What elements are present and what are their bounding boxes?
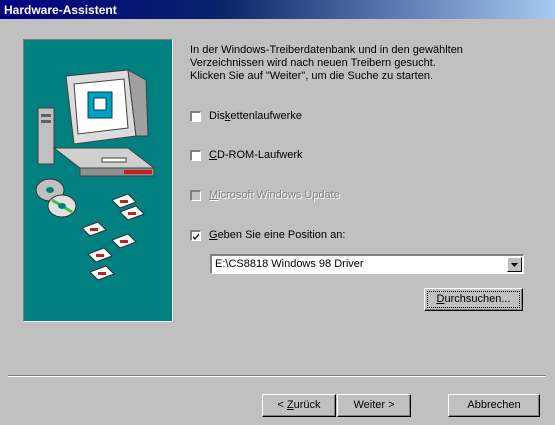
windows-update-checkbox-label: Microsoft Windows Update (209, 189, 340, 201)
info-line-1: In der Windows-Treiberdatenbank und in d… (190, 44, 463, 56)
checkmark-icon (193, 232, 199, 240)
floppy-checkbox-box[interactable] (190, 110, 201, 122)
info-text: In der Windows-Treiberdatenbank und in d… (190, 44, 540, 83)
cancel-button[interactable]: Abbrechen (448, 394, 540, 417)
windows-update-checkbox: Microsoft Windows Update (190, 189, 340, 201)
location-combobox-value: E:\CS8818 Windows 98 Driver (215, 258, 364, 270)
floppy-checkbox-label: Diskettenlaufwerke (209, 110, 302, 122)
cdrom-checkbox-label: CD-ROM-Laufwerk (209, 149, 303, 161)
cdrom-checkbox[interactable]: CD-ROM-Laufwerk (190, 149, 303, 161)
position-checkbox-label: Geben Sie eine Position an: (209, 229, 346, 241)
info-line-2: Verzeichnissen wird nach neuen Treibern … (190, 57, 436, 69)
info-line-3: Klicken Sie auf "Weiter", um die Suche z… (190, 70, 433, 82)
dropdown-arrow-icon (511, 263, 518, 267)
dropdown-arrow-button[interactable] (507, 257, 522, 272)
title-bar[interactable]: Hardware-Assistent (0, 0, 555, 19)
separator (8, 375, 546, 377)
browse-button[interactable]: Durchsuchen... (424, 288, 523, 311)
cdrom-checkbox-box[interactable] (190, 149, 201, 161)
window-title: Hardware-Assistent (4, 3, 117, 17)
position-checkbox-box[interactable] (190, 229, 201, 241)
floppy-disk-icon (81, 193, 145, 281)
floppy-checkbox[interactable]: Diskettenlaufwerke (190, 110, 302, 122)
windows-update-checkbox-box (190, 189, 201, 201)
back-button[interactable]: < Zurück (262, 394, 336, 417)
wizard-illustration (23, 39, 173, 322)
location-combobox[interactable]: E:\CS8818 Windows 98 Driver (210, 254, 524, 274)
next-button[interactable]: Weiter > (337, 394, 411, 417)
position-checkbox[interactable]: Geben Sie eine Position an: (190, 229, 345, 241)
